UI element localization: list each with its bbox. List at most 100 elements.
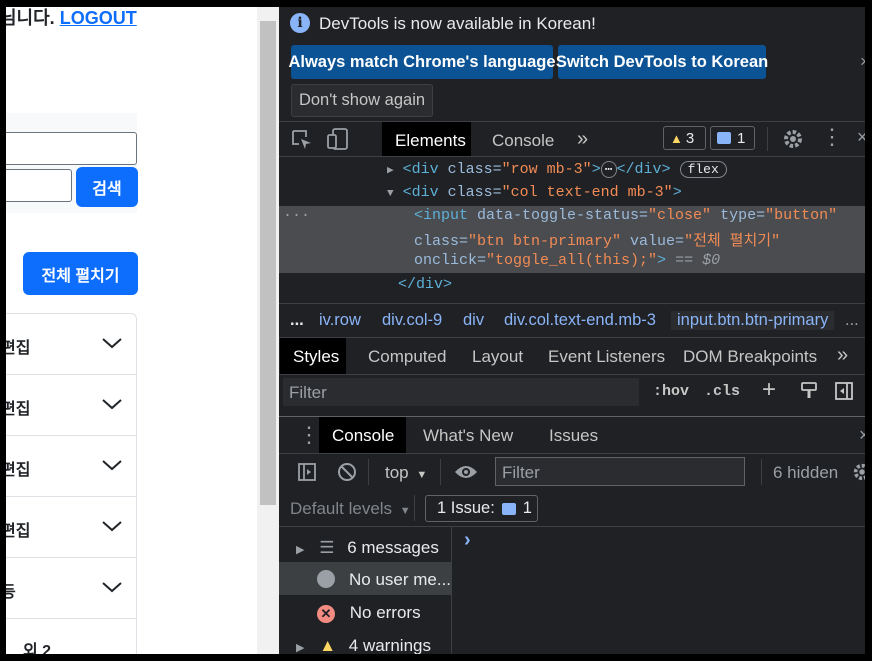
dom-tag: > bbox=[657, 252, 667, 269]
kebab-menu-icon[interactable]: ⋮ bbox=[821, 125, 843, 149]
drawer-menu-icon[interactable]: ⋮ bbox=[298, 423, 320, 447]
warnings-badge[interactable]: ▲ 3 bbox=[663, 126, 706, 150]
breadcrumb-item-selected[interactable]: input.btn.btn-primary bbox=[671, 311, 835, 330]
breadcrumb-overflow[interactable]: ... bbox=[845, 311, 859, 330]
user-icon bbox=[317, 570, 335, 588]
console-settings-gear-icon[interactable] bbox=[852, 462, 865, 482]
breadcrumb-item[interactable]: div bbox=[463, 311, 484, 330]
hov-toggle[interactable]: :hov bbox=[653, 383, 689, 400]
dont-show-again-button[interactable]: Don't show again bbox=[291, 84, 433, 117]
collapsed-ellipsis[interactable]: ⋯ bbox=[600, 161, 617, 178]
tab-console[interactable]: Console bbox=[492, 131, 554, 151]
expand-arrow-icon[interactable]: ▶ bbox=[387, 165, 394, 177]
drawer-close-icon[interactable]: × bbox=[859, 425, 865, 446]
flex-badge[interactable]: flex bbox=[679, 161, 727, 178]
sidebar-item-warnings[interactable]: ▶ ▲ 4 warnings bbox=[296, 636, 431, 654]
tab-styles[interactable]: Styles bbox=[280, 338, 346, 374]
logout-link[interactable]: LOGOUT bbox=[60, 8, 137, 28]
context-selector[interactable]: top ▼ bbox=[385, 463, 427, 483]
tab-elements[interactable]: Elements bbox=[382, 122, 471, 157]
search-input-2[interactable] bbox=[6, 169, 72, 202]
message-icon bbox=[501, 502, 516, 515]
match-language-button[interactable]: Always match Chrome's language bbox=[288, 45, 556, 79]
dom-node-row[interactable]: ▶ <div class="row mb-3"> ⋯ </div> flex bbox=[387, 161, 727, 178]
page-scrollbar[interactable] bbox=[257, 7, 279, 654]
toggle-sidebar-icon[interactable] bbox=[834, 381, 854, 401]
breadcrumb-item[interactable]: iv.row bbox=[319, 311, 361, 330]
selected-dom-node[interactable]: ... <input data-toggle-status="close" ty… bbox=[279, 204, 865, 273]
dom-value: "btn btn-primary" bbox=[468, 233, 622, 250]
sidebar-item-errors[interactable]: ✕ No errors bbox=[317, 603, 421, 623]
info-icon: i bbox=[290, 13, 310, 33]
close-devtools-icon[interactable]: × bbox=[857, 127, 865, 148]
dom-attr: value= bbox=[621, 233, 685, 250]
issues-link[interactable]: 1 Issue: 1 bbox=[425, 495, 538, 522]
accordion-item[interactable]: 편집 bbox=[6, 375, 136, 436]
banner-close-icon[interactable]: × bbox=[860, 52, 865, 72]
accordion-item[interactable]: 편집 bbox=[6, 497, 136, 558]
more-style-tabs-icon[interactable]: » bbox=[837, 344, 848, 367]
accordion-item-label: 외 2 bbox=[23, 643, 52, 654]
sidebar-item-label: No errors bbox=[349, 603, 421, 622]
accordion-item-label: 편집 bbox=[6, 340, 31, 357]
search-input-1[interactable] bbox=[6, 132, 137, 165]
divider bbox=[761, 459, 762, 485]
new-rule-plus-icon[interactable]: + bbox=[762, 376, 776, 404]
breadcrumb-label: input.btn.btn-primary bbox=[677, 311, 829, 329]
gear-icon[interactable] bbox=[782, 128, 804, 150]
issues-badge[interactable]: 1 bbox=[710, 126, 755, 150]
dom-node-row[interactable]: ▼ <div class="col text-end mb-3"> bbox=[387, 184, 682, 201]
accordion-item[interactable]: 편집 bbox=[6, 314, 136, 375]
tab-computed[interactable]: Computed bbox=[368, 347, 446, 367]
expand-all-button[interactable]: 전체 펼치기 bbox=[23, 252, 138, 295]
styles-filter-input[interactable]: Filter bbox=[283, 378, 639, 406]
drawer-tab-issues[interactable]: Issues bbox=[549, 426, 598, 446]
drawer-tab-whats-new[interactable]: What's New bbox=[423, 426, 513, 446]
chevron-down-icon bbox=[102, 338, 122, 349]
node-actions-icon[interactable]: ... bbox=[283, 204, 310, 221]
dom-attr: class= bbox=[414, 233, 469, 250]
search-button[interactable]: 검색 bbox=[76, 167, 138, 207]
breadcrumb-overflow[interactable]: ... bbox=[290, 311, 304, 330]
dom-value: "toggle_all(this);" bbox=[486, 252, 658, 269]
dom-line: onclick="toggle_all(this);"> == $0 bbox=[414, 252, 720, 269]
divider bbox=[368, 459, 369, 485]
console-filter-input[interactable]: Filter bbox=[495, 457, 745, 486]
clear-console-icon[interactable] bbox=[337, 462, 357, 482]
breadcrumb-item[interactable]: div.col.text-end.mb-3 bbox=[504, 311, 656, 330]
log-levels-dropdown[interactable]: Default levels ▼ bbox=[290, 499, 411, 519]
error-icon: ✕ bbox=[317, 605, 335, 623]
accordion-item[interactable]: 외 2 bbox=[6, 619, 136, 654]
scrollbar-thumb[interactable] bbox=[260, 21, 276, 505]
dom-attr: onclick= bbox=[414, 252, 487, 269]
dom-node-row[interactable]: </div> bbox=[398, 276, 452, 293]
cls-toggle[interactable]: .cls bbox=[704, 383, 740, 400]
inspect-element-icon[interactable] bbox=[291, 129, 313, 151]
web-page: 님니다. LOGOUT 검색 전체 펼치기 편집 편집 편집 편집 등 외 2 bbox=[6, 7, 279, 654]
console-sidebar-toggle-icon[interactable] bbox=[297, 462, 317, 482]
tab-dom-breakpoints[interactable]: DOM Breakpoints bbox=[683, 347, 817, 367]
dom-tag: <div bbox=[402, 184, 448, 201]
breadcrumb-item[interactable]: div.col-9 bbox=[382, 311, 442, 330]
eye-icon[interactable] bbox=[454, 463, 478, 481]
divider bbox=[451, 526, 452, 654]
chevron-down-icon bbox=[102, 399, 122, 410]
console-prompt-icon[interactable]: › bbox=[464, 529, 471, 552]
accordion-item[interactable]: 등 bbox=[6, 558, 136, 619]
accordion-item[interactable]: 편집 bbox=[6, 436, 136, 497]
more-tabs-icon[interactable]: » bbox=[577, 128, 588, 151]
drawer-tab-console[interactable]: Console bbox=[319, 417, 406, 453]
dom-tag: <input bbox=[414, 207, 478, 224]
switch-korean-button[interactable]: Switch DevTools to Korean bbox=[556, 45, 768, 79]
tab-event-listeners[interactable]: Event Listeners bbox=[548, 347, 665, 367]
dom-attr: data-toggle-status= bbox=[477, 207, 649, 224]
sidebar-item-messages[interactable]: ▶ ☰ 6 messages bbox=[296, 538, 439, 558]
sidebar-item-user-messages[interactable]: No user me... bbox=[279, 562, 451, 595]
tab-layout[interactable]: Layout bbox=[472, 347, 523, 367]
device-toolbar-icon[interactable] bbox=[326, 127, 350, 151]
warning-icon: ▲ bbox=[319, 636, 337, 654]
divider bbox=[279, 453, 865, 454]
collapse-arrow-icon[interactable]: ▼ bbox=[387, 188, 394, 200]
paint-brush-icon[interactable] bbox=[799, 381, 819, 401]
dom-tag: <div bbox=[402, 161, 448, 178]
